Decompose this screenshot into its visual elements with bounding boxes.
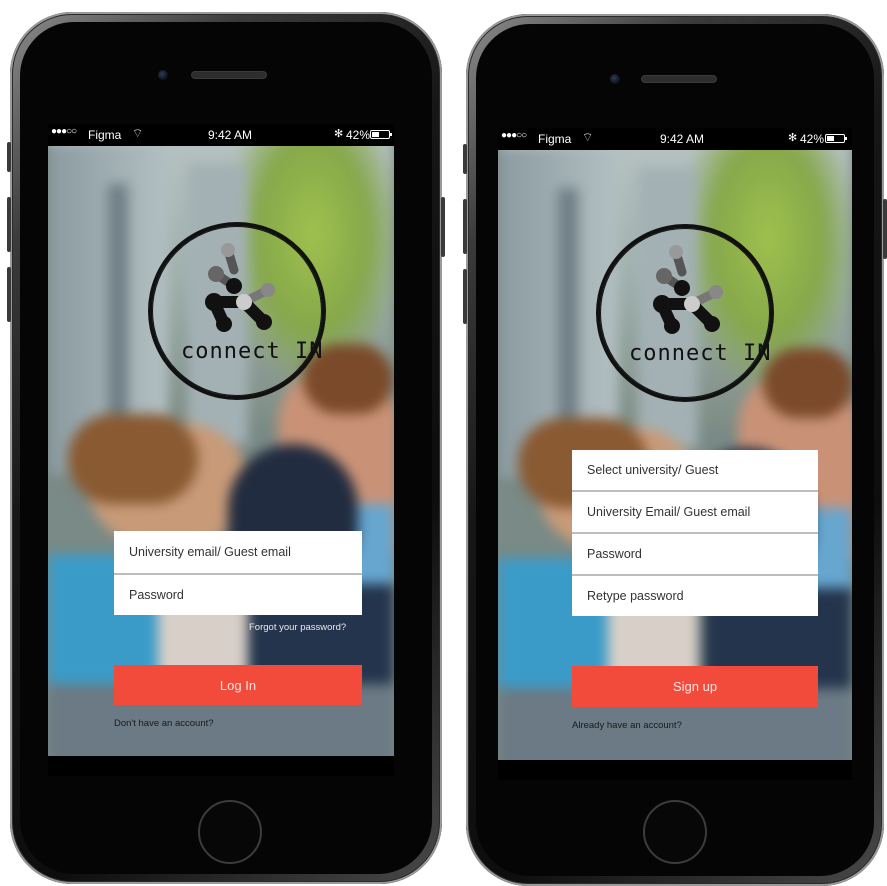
phone-bezel: ●●●○○ Figma ⌔ 9:42 AM ✻ 42% bbox=[476, 24, 874, 876]
molecule-logo-icon bbox=[205, 243, 275, 332]
university-select[interactable]: Select university/ Guest bbox=[572, 450, 818, 490]
bluetooth-icon: ✻ bbox=[788, 132, 798, 144]
power-button bbox=[441, 197, 445, 257]
clock-time: 9:42 AM bbox=[208, 128, 253, 142]
password-field-placeholder: Password bbox=[129, 588, 184, 602]
wifi-icon: ⌔ bbox=[132, 126, 144, 140]
email-field[interactable]: University email/ Guest email bbox=[114, 531, 362, 573]
battery-percentage: 42% bbox=[800, 132, 825, 146]
volume-button bbox=[7, 142, 11, 172]
login-link[interactable]: Already have an account? bbox=[572, 720, 682, 731]
volume-button bbox=[463, 144, 467, 174]
status-bar: ●●●○○ Figma ⌔ 9:42 AM ✻ 42% bbox=[498, 128, 852, 150]
clock-time: 9:42 AM bbox=[660, 132, 705, 146]
signal-strength-icon: ●●●○○ bbox=[51, 126, 77, 137]
email-field-placeholder: University Email/ Guest email bbox=[587, 505, 751, 519]
email-field-placeholder: University email/ Guest email bbox=[129, 545, 291, 559]
password-field[interactable]: Password bbox=[114, 575, 362, 615]
password-field[interactable]: Password bbox=[572, 534, 818, 574]
signup-button[interactable]: Sign up bbox=[572, 666, 818, 707]
login-screen: ●●●○○ Figma ⌔ 9:42 AM ✻ 42% connect IN U… bbox=[48, 124, 394, 776]
molecule-logo-icon bbox=[653, 245, 723, 334]
signup-link[interactable]: Don't have an account? bbox=[114, 718, 214, 729]
retype-password-field[interactable]: Retype password bbox=[572, 576, 818, 616]
screen-bottom-bar bbox=[498, 760, 852, 780]
logo-text: connect IN bbox=[181, 339, 324, 364]
battery-icon bbox=[370, 130, 392, 139]
signup-screen: ●●●○○ Figma ⌔ 9:42 AM ✻ 42% connect IN S… bbox=[498, 128, 852, 780]
volume-down-button bbox=[463, 269, 467, 324]
app-logo: connect IN bbox=[152, 226, 322, 396]
signup-button-label: Sign up bbox=[672, 679, 718, 694]
login-button[interactable]: Log In bbox=[114, 665, 362, 705]
home-button[interactable] bbox=[198, 800, 262, 864]
login-button-label: Log In bbox=[219, 677, 257, 693]
logo-text: connect IN bbox=[629, 341, 772, 366]
wifi-icon: ⌔ bbox=[582, 130, 594, 144]
phone-frame-signup: ●●●○○ Figma ⌔ 9:42 AM ✻ 42% connect IN S… bbox=[463, 14, 887, 886]
app-logo: connect IN bbox=[600, 228, 770, 398]
email-field[interactable]: University Email/ Guest email bbox=[572, 492, 818, 532]
phone-bezel: ●●●○○ Figma ⌔ 9:42 AM ✻ 42% bbox=[20, 22, 432, 874]
bluetooth-icon: ✻ bbox=[334, 128, 344, 140]
password-field-placeholder: Password bbox=[587, 547, 642, 561]
battery-icon bbox=[825, 134, 847, 143]
volume-up-button bbox=[463, 199, 467, 254]
home-button[interactable] bbox=[643, 800, 707, 864]
earpiece-speaker bbox=[192, 72, 266, 78]
university-select-placeholder: Select university/ Guest bbox=[587, 463, 719, 477]
volume-up-button bbox=[7, 197, 11, 252]
forgot-password-link[interactable]: Forgot your password? bbox=[249, 622, 346, 633]
front-camera-icon bbox=[610, 74, 620, 84]
battery-percentage: 42% bbox=[346, 128, 371, 142]
retype-password-placeholder: Retype password bbox=[587, 589, 684, 603]
carrier-label: Figma bbox=[538, 132, 572, 146]
status-bar: ●●●○○ Figma ⌔ 9:42 AM ✻ 42% bbox=[48, 124, 394, 146]
phone-frame-login: ●●●○○ Figma ⌔ 9:42 AM ✻ 42% connect IN U… bbox=[7, 12, 445, 884]
earpiece-speaker bbox=[642, 76, 716, 82]
power-button bbox=[883, 199, 887, 259]
front-camera-icon bbox=[158, 70, 168, 80]
screen-bottom-bar bbox=[48, 756, 394, 776]
volume-down-button bbox=[7, 267, 11, 322]
carrier-label: Figma bbox=[88, 128, 122, 142]
signal-strength-icon: ●●●○○ bbox=[501, 130, 527, 141]
